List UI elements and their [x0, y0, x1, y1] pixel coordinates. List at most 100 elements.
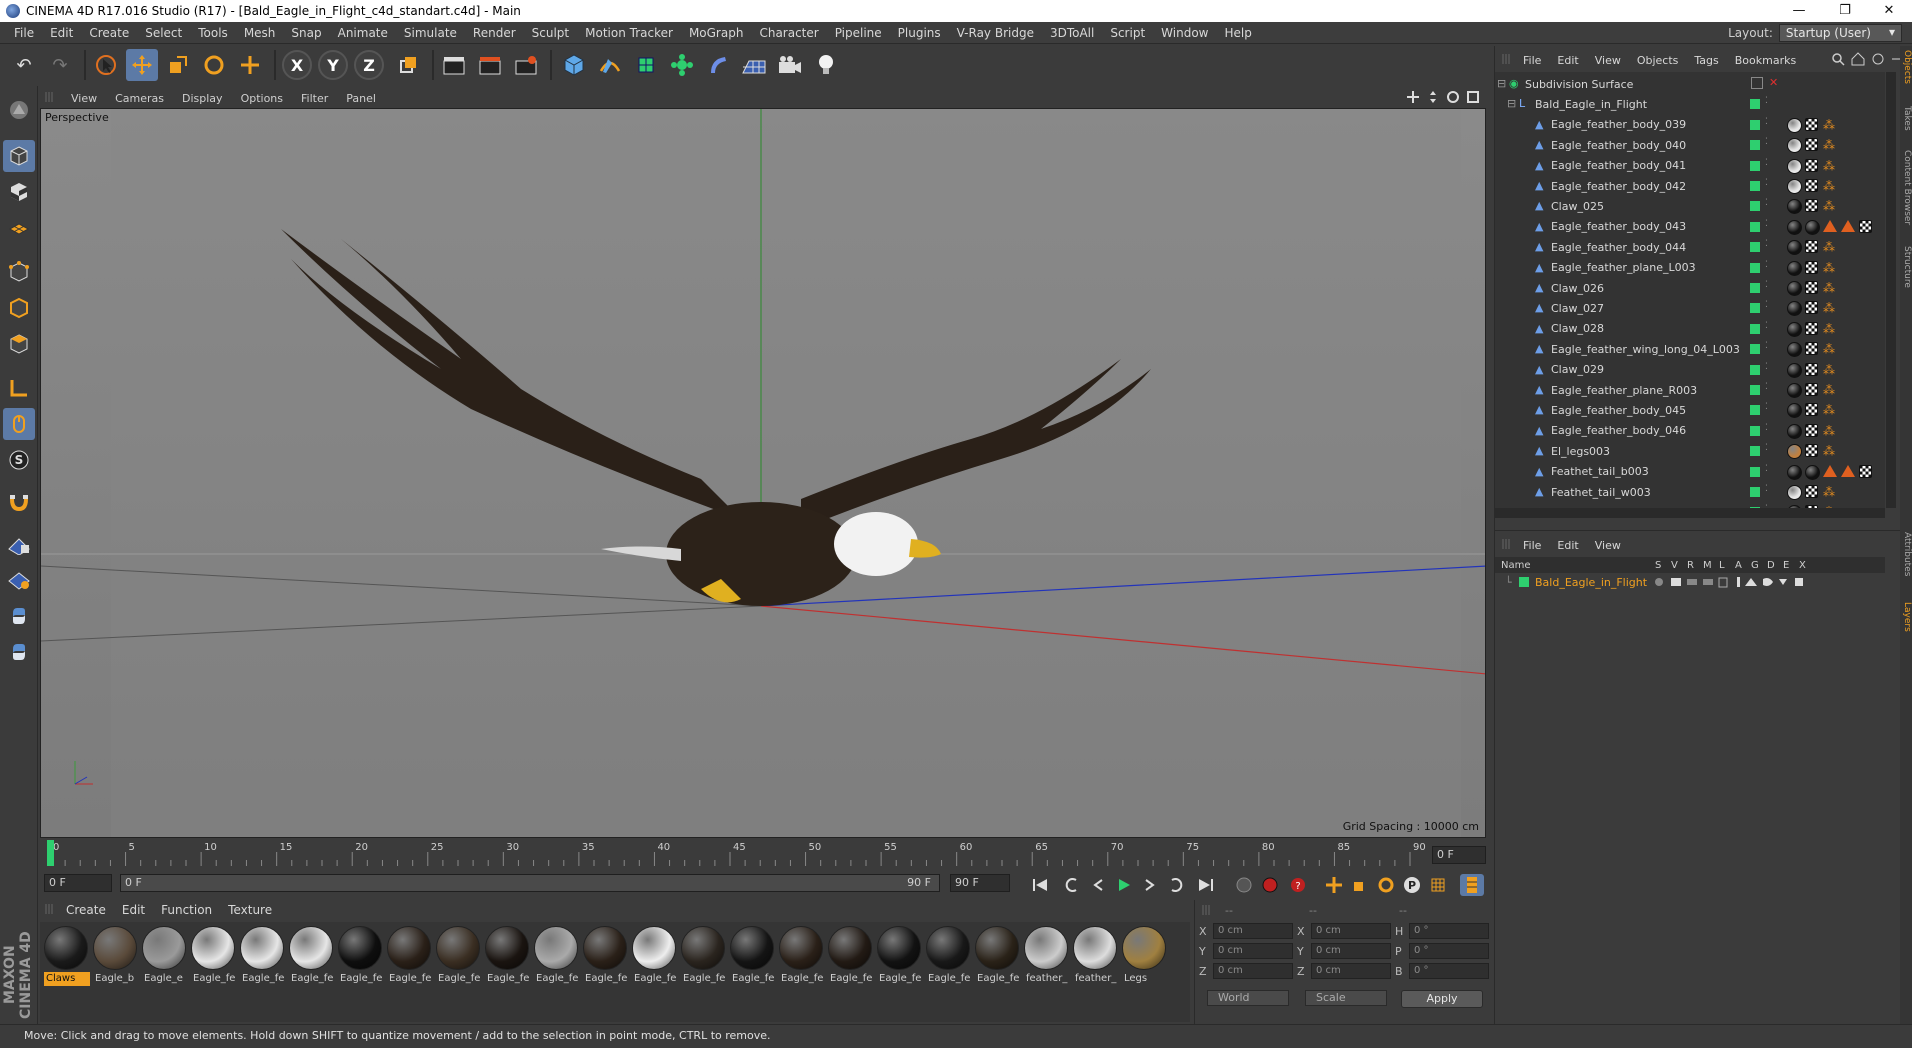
material-tag-icon[interactable]	[1787, 362, 1802, 378]
key-rotation-button[interactable]	[1374, 874, 1398, 896]
material-menu-edit[interactable]: Edit	[114, 903, 153, 917]
material-swatch[interactable]: Eagle_fe	[387, 926, 433, 986]
go-to-start-button[interactable]	[1028, 874, 1052, 896]
layer-color-swatch[interactable]	[1750, 99, 1760, 110]
object-name[interactable]: Eagle_feather_body_046	[1551, 424, 1686, 437]
move-tool-button[interactable]	[126, 49, 158, 81]
visibility-dots-icon[interactable]: ⁚	[1765, 464, 1769, 478]
new-view-icon[interactable]	[1871, 52, 1885, 66]
rotate-view-icon[interactable]	[1446, 90, 1460, 104]
layer-color-swatch[interactable]	[1750, 425, 1760, 436]
previous-frame-button[interactable]	[1086, 874, 1110, 896]
size-x-field[interactable]: 0 cm	[1311, 923, 1391, 939]
layer-name[interactable]: Bald_Eagle_in_Flight	[1535, 576, 1647, 589]
material-swatch[interactable]: Eagle_fe	[240, 926, 286, 986]
visibility-dots-icon[interactable]: ⁚	[1765, 362, 1769, 376]
object-name[interactable]: Eagle_feather_body_044	[1551, 241, 1686, 254]
layer-color-swatch[interactable]	[1750, 344, 1760, 355]
scale-tool-button[interactable]	[162, 49, 194, 81]
next-frame-button[interactable]	[1138, 874, 1162, 896]
visibility-dots-icon[interactable]: ⁚	[1765, 444, 1769, 457]
layer-color-swatch[interactable]	[1750, 487, 1760, 497]
warning-tag-icon[interactable]	[1823, 464, 1837, 477]
end-frame-field[interactable]: 90 F	[950, 874, 1010, 892]
layer-color-swatch[interactable]	[1750, 201, 1760, 212]
object-row[interactable]: ▲ Eagle_feather_body_043 ⁚	[1495, 217, 1885, 237]
phong-tag-icon[interactable]: ⁂	[1823, 240, 1838, 255]
uvw-tag-icon[interactable]	[1805, 179, 1818, 192]
size-mode-dropdown[interactable]: Scale	[1305, 990, 1387, 1006]
camera-button[interactable]	[774, 49, 806, 81]
layer-color-swatch[interactable]	[1750, 160, 1760, 171]
phong-tag-icon[interactable]: ⁂	[1823, 444, 1838, 459]
object-name[interactable]: El_legs003	[1551, 445, 1610, 458]
phong-tag-icon[interactable]: ⁂	[1823, 363, 1838, 378]
layer-color-swatch[interactable]	[1750, 181, 1760, 191]
object-name[interactable]: Eagle_feather_body_040	[1551, 139, 1686, 152]
menu-sculpt[interactable]: Sculpt	[524, 26, 577, 40]
floor-environment-button[interactable]	[738, 49, 770, 81]
playhead[interactable]	[47, 840, 54, 866]
layout-dropdown[interactable]: Startup (User)	[1778, 24, 1902, 42]
object-name[interactable]: Eagle_feather_body_043	[1551, 220, 1686, 233]
start-frame-field[interactable]: 0 F	[44, 874, 112, 892]
material-tag-icon[interactable]	[1787, 464, 1802, 480]
visibility-dots-icon[interactable]: ⁚	[1765, 117, 1769, 131]
uvw-tag-icon[interactable]	[1805, 403, 1818, 417]
layer-color-swatch[interactable]	[1750, 283, 1760, 293]
visibility-dots-icon[interactable]: ⁚	[1765, 179, 1769, 192]
object-row[interactable]: ▲ Claw_026 ⁚ ⁂	[1495, 278, 1885, 298]
uvw-tag-icon[interactable]	[1805, 240, 1818, 254]
object-name[interactable]: Eagle_feather_body_039	[1551, 118, 1686, 131]
layer-color-swatch[interactable]	[1750, 405, 1760, 416]
go-to-end-button[interactable]	[1194, 874, 1218, 896]
warning-tag-icon[interactable]	[1841, 219, 1855, 232]
material-swatch[interactable]: Eagle_e	[142, 926, 188, 986]
render-picture-viewer-button[interactable]	[474, 49, 506, 81]
uvw-tag-icon[interactable]	[1805, 383, 1818, 396]
visibility-dots-icon[interactable]: ⁚	[1765, 219, 1769, 233]
close-button[interactable]: ✕	[1866, 0, 1912, 22]
layers-menu-view[interactable]: View	[1587, 539, 1629, 552]
phong-tag-icon[interactable]: ⁂	[1823, 301, 1838, 316]
uvw-tag-icon[interactable]	[1805, 301, 1818, 315]
object-name[interactable]: Eagle_feather_plane_R003	[1551, 384, 1697, 397]
phong-tag-icon[interactable]: ⁂	[1823, 383, 1838, 398]
home-icon[interactable]	[1851, 52, 1865, 66]
uvw-tag-icon[interactable]	[1805, 485, 1818, 498]
object-name[interactable]: Eagle_feather_wing_long_04_L003	[1551, 343, 1740, 356]
object-tree-horizontal-scrollbar[interactable]	[1495, 508, 1885, 518]
layer-color-swatch[interactable]	[1750, 364, 1760, 375]
material-tag-icon[interactable]	[1805, 219, 1820, 235]
menu-mograph[interactable]: MoGraph	[681, 26, 752, 40]
material-tag-icon[interactable]	[1787, 444, 1802, 460]
material-tag-icon[interactable]	[1787, 138, 1802, 154]
material-swatch[interactable]: feather_	[1024, 926, 1070, 986]
viewport-menu-cameras[interactable]: Cameras	[106, 92, 173, 105]
menu-pipeline[interactable]: Pipeline	[827, 26, 890, 40]
object-name[interactable]: Claw_027	[1551, 302, 1604, 315]
search-icon[interactable]	[1831, 52, 1845, 66]
object-row[interactable]: ▲ Eagle_feather_body_040 ⁚ ⁂	[1495, 135, 1885, 155]
object-row[interactable]: ▲ Claw_029 ⁚ ⁂	[1495, 360, 1885, 380]
menu-snap[interactable]: Snap	[283, 26, 329, 40]
phong-tag-icon[interactable]: ⁂	[1823, 281, 1838, 296]
python-button-2[interactable]	[3, 636, 35, 668]
solo-mode-button[interactable]: S	[3, 444, 35, 476]
visibility-dots-icon[interactable]: ⁚	[1765, 158, 1769, 172]
objects-menu-view[interactable]: View	[1587, 54, 1629, 67]
material-menu-texture[interactable]: Texture	[220, 903, 280, 917]
visibility-dots-icon[interactable]: ⁚	[1765, 97, 1769, 110]
material-swatch[interactable]: feather_	[1073, 926, 1119, 986]
viewport-menu-display[interactable]: Display	[173, 92, 232, 105]
tab-structure[interactable]: Structure	[1900, 246, 1912, 288]
phong-tag-icon[interactable]: ⁂	[1823, 179, 1838, 194]
play-button[interactable]	[1112, 874, 1136, 896]
viewport-camera-label[interactable]: Perspective	[45, 111, 109, 124]
layer-color-swatch[interactable]	[1750, 119, 1760, 130]
enable-grid-snap-button[interactable]	[3, 528, 35, 560]
visibility-dots-icon[interactable]: ⁚	[1765, 423, 1769, 437]
layer-color-swatch[interactable]	[1750, 140, 1760, 151]
viewport-menu-view[interactable]: View	[62, 92, 106, 105]
object-row[interactable]: ▲ El_legs003 ⁚ ⁂	[1495, 441, 1885, 461]
